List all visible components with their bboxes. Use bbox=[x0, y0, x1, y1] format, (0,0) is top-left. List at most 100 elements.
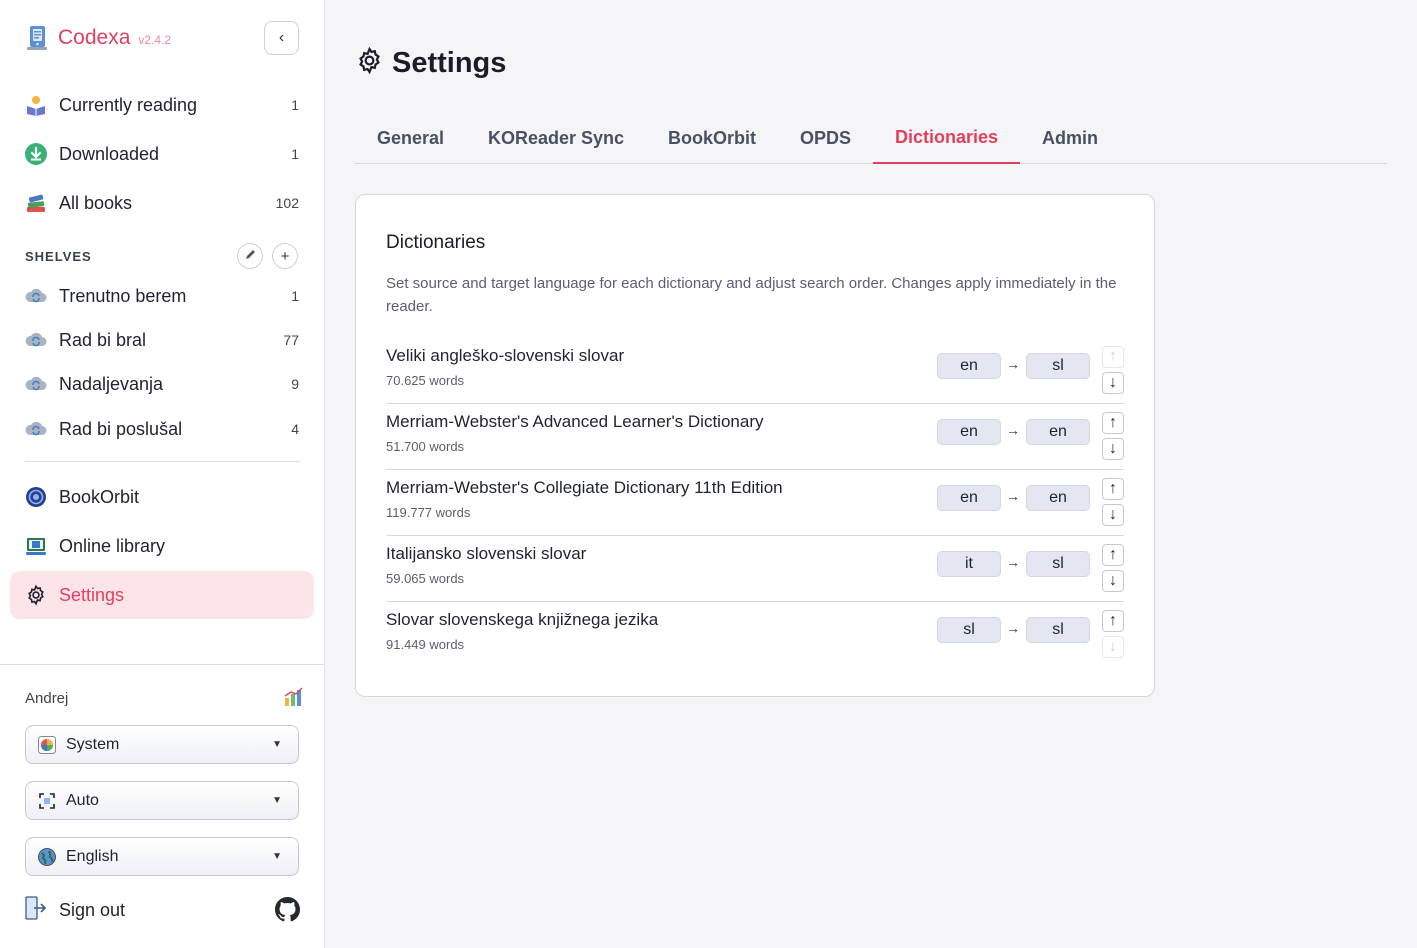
move-down-button[interactable]: ↓ bbox=[1102, 372, 1124, 394]
source-language-select[interactable]: it bbox=[937, 551, 1001, 577]
dictionaries-card: Dictionaries Set source and target langu… bbox=[355, 194, 1155, 697]
shelves-header: SHELVES bbox=[25, 249, 92, 264]
codexa-logo-icon bbox=[25, 24, 51, 52]
sign-out-button[interactable]: Sign out bbox=[25, 896, 125, 925]
dictionary-name: Veliki angleško-slovenski slovar bbox=[386, 346, 625, 365]
sidebar-item-label: Settings bbox=[59, 584, 125, 605]
arrow-right-icon: → bbox=[1006, 422, 1020, 438]
fullscreen-icon bbox=[38, 792, 56, 810]
globe-icon bbox=[38, 847, 56, 866]
select-value: Auto bbox=[66, 791, 99, 809]
arrow-down-icon: ↓ bbox=[1109, 572, 1117, 589]
dictionary-row: Merriam-Webster's Collegiate Dictionary … bbox=[386, 470, 1124, 536]
target-language-select[interactable]: en bbox=[1026, 485, 1090, 511]
arrow-up-icon: ↑ bbox=[1109, 414, 1117, 431]
source-language-select[interactable]: en bbox=[937, 419, 1001, 445]
dictionary-word-count: 51.700 words bbox=[386, 439, 465, 454]
sidebar-item-shelf[interactable]: Rad bi poslušal 4 bbox=[10, 407, 314, 451]
target-language-select[interactable]: sl bbox=[1026, 353, 1090, 379]
dictionary-row: Italijansko slovenski slovar 59.065 word… bbox=[386, 536, 1124, 602]
tab-bookorbit[interactable]: BookOrbit bbox=[646, 113, 778, 164]
sidebar-item-label: Rad bi bral bbox=[59, 329, 147, 350]
brand-name: Codexa bbox=[58, 26, 131, 49]
reading-icon bbox=[25, 94, 47, 116]
stats-chart-icon[interactable] bbox=[283, 687, 305, 707]
move-down-button[interactable]: ↓ bbox=[1102, 438, 1124, 460]
brand[interactable]: Codexa v2.4.2 bbox=[25, 24, 171, 52]
brand-version: v2.4.2 bbox=[138, 33, 172, 47]
tab-dictionaries[interactable]: Dictionaries bbox=[873, 113, 1021, 164]
theme-icon bbox=[38, 735, 56, 754]
user-name: Andrej bbox=[25, 690, 69, 707]
dictionary-name: Merriam-Webster's Advanced Learner's Dic… bbox=[386, 412, 764, 431]
edit-shelves-button[interactable] bbox=[237, 243, 263, 269]
language-select[interactable]: English ▼ bbox=[25, 837, 299, 876]
source-language-select[interactable]: en bbox=[937, 353, 1001, 379]
sidebar-item-label: Currently reading bbox=[59, 94, 198, 115]
source-language-select[interactable]: sl bbox=[937, 617, 1001, 643]
settings-tabs: General KOReader Sync BookOrbit OPDS Dic… bbox=[355, 113, 1387, 164]
caret-down-icon: ▼ bbox=[272, 851, 282, 862]
move-up-button[interactable]: ↑ bbox=[1102, 412, 1124, 434]
add-shelf-button[interactable]: + bbox=[272, 243, 298, 269]
tab-opds[interactable]: OPDS bbox=[778, 113, 873, 164]
sidebar-item-all-books[interactable]: All books 102 bbox=[10, 181, 314, 225]
arrow-down-icon: ↓ bbox=[1109, 506, 1117, 523]
target-language-select[interactable]: sl bbox=[1026, 551, 1090, 577]
dictionary-row: Veliki angleško-slovenski slovar 70.625 … bbox=[386, 338, 1124, 404]
sidebar-item-shelf[interactable]: Rad bi bral 77 bbox=[10, 318, 314, 362]
move-up-button[interactable]: ↑ bbox=[1102, 478, 1124, 500]
move-down-button[interactable]: ↓ bbox=[1102, 570, 1124, 592]
sidebar-item-currently-reading[interactable]: Currently reading 1 bbox=[10, 83, 314, 127]
arrow-down-icon: ↓ bbox=[1109, 440, 1117, 457]
theme-select[interactable]: System ▼ bbox=[25, 725, 299, 764]
arrow-right-icon: → bbox=[1006, 620, 1020, 636]
layout-select[interactable]: Auto ▼ bbox=[25, 781, 299, 820]
move-down-button[interactable]: ↓ bbox=[1102, 636, 1124, 658]
collapse-sidebar-button[interactable]: ‹ bbox=[264, 21, 299, 55]
target-language-select[interactable]: sl bbox=[1026, 617, 1090, 643]
sidebar-footer-divider bbox=[0, 664, 325, 665]
sidebar-item-downloaded[interactable]: Downloaded 1 bbox=[10, 132, 314, 176]
books-icon bbox=[25, 192, 47, 214]
chevron-left-icon: ‹ bbox=[278, 29, 285, 46]
move-up-button[interactable]: ↑ bbox=[1102, 346, 1124, 368]
arrow-right-icon: → bbox=[1006, 488, 1020, 504]
move-down-button[interactable]: ↓ bbox=[1102, 504, 1124, 526]
move-up-button[interactable]: ↑ bbox=[1102, 544, 1124, 566]
select-value: System bbox=[66, 735, 120, 753]
target-language-select[interactable]: en bbox=[1026, 419, 1090, 445]
sidebar-item-count: 4 bbox=[291, 421, 299, 437]
card-title: Dictionaries bbox=[386, 232, 486, 253]
caret-down-icon: ▼ bbox=[272, 739, 282, 750]
sidebar: Codexa v2.4.2 ‹ Currently reading 1 Down… bbox=[0, 0, 325, 948]
sidebar-item-shelf[interactable]: Nadaljevanja 9 bbox=[10, 362, 314, 406]
dictionary-word-count: 119.777 words bbox=[386, 505, 471, 520]
sync-cloud-icon bbox=[25, 329, 47, 351]
move-up-button[interactable]: ↑ bbox=[1102, 610, 1124, 632]
sidebar-item-count: 102 bbox=[275, 195, 299, 211]
arrow-up-icon: ↑ bbox=[1109, 480, 1117, 497]
download-icon bbox=[25, 143, 47, 165]
sidebar-item-shelf[interactable]: Trenutno berem 1 bbox=[10, 274, 314, 318]
sidebar-item-count: 77 bbox=[283, 332, 299, 348]
tab-admin[interactable]: Admin bbox=[1020, 113, 1120, 164]
dictionary-name: Italijansko slovenski slovar bbox=[386, 544, 587, 563]
source-language-select[interactable]: en bbox=[937, 485, 1001, 511]
plus-icon: + bbox=[280, 247, 290, 265]
sidebar-item-label: Trenutno berem bbox=[59, 285, 187, 306]
dictionary-word-count: 70.625 words bbox=[386, 373, 465, 388]
github-icon[interactable] bbox=[275, 897, 300, 922]
arrow-right-icon: → bbox=[1006, 554, 1020, 570]
tab-general[interactable]: General bbox=[355, 113, 466, 164]
dictionary-name: Slovar slovenskega knjižnega jezika bbox=[386, 610, 659, 629]
sidebar-item-online-library[interactable]: Online library bbox=[10, 524, 314, 568]
tab-koreader-sync[interactable]: KOReader Sync bbox=[466, 113, 646, 164]
arrow-up-icon: ↑ bbox=[1109, 348, 1117, 365]
dictionary-row: Merriam-Webster's Advanced Learner's Dic… bbox=[386, 404, 1124, 470]
sidebar-item-label: Downloaded bbox=[59, 143, 160, 164]
sign-out-icon bbox=[25, 896, 47, 925]
sidebar-item-settings[interactable]: Settings bbox=[10, 571, 314, 619]
sidebar-item-count: 1 bbox=[291, 97, 299, 113]
sidebar-item-bookorbit[interactable]: BookOrbit bbox=[10, 475, 314, 519]
